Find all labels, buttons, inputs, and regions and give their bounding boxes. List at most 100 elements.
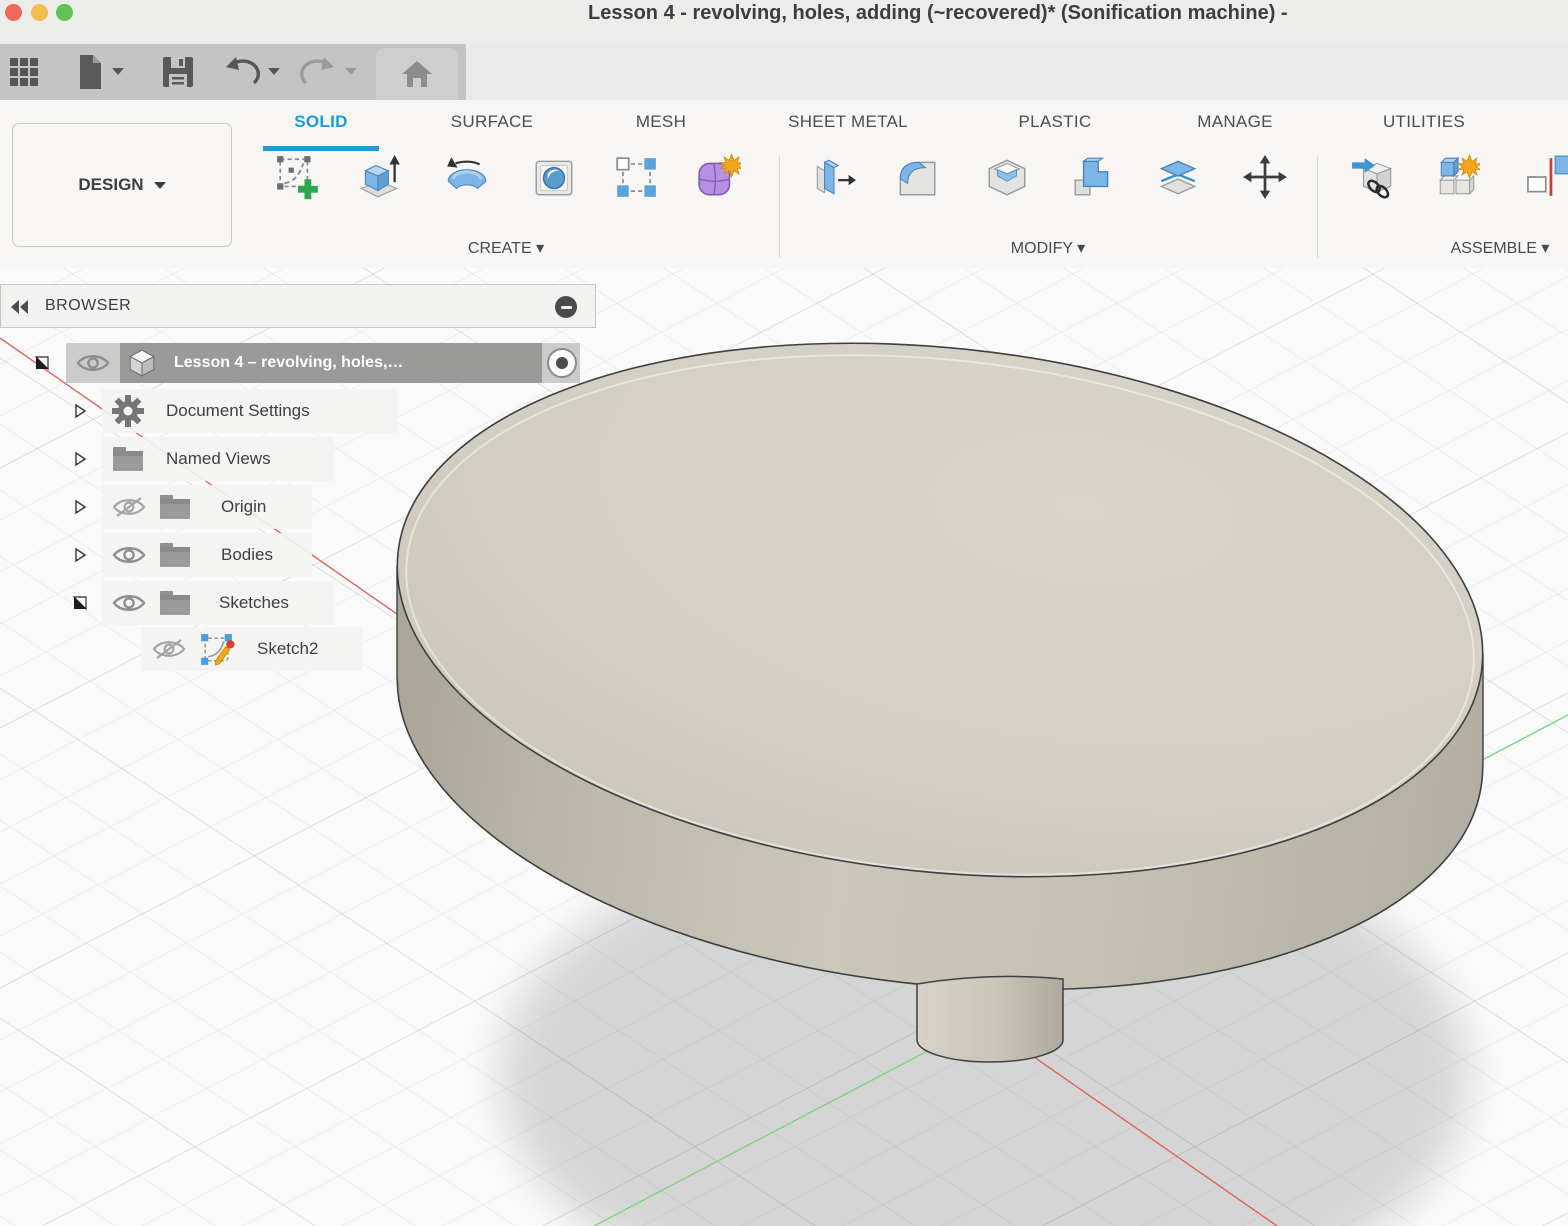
- group-label-assemble[interactable]: ASSEMBLE ▾: [1451, 238, 1550, 258]
- tree-row-origin[interactable]: Origin: [0, 485, 600, 529]
- move-copy-icon: [1242, 154, 1288, 200]
- quick-toolbar: Lesson 4 – revolving, holes, adding (: [0, 44, 1568, 100]
- zoom-window-button[interactable]: [56, 4, 73, 21]
- folder-icon: [112, 446, 144, 472]
- root-row-strip: Lesson 4 – revolving, holes,…: [66, 343, 580, 383]
- combine-button[interactable]: [1061, 154, 1125, 232]
- tree-row-named-views[interactable]: Named Views: [0, 437, 600, 481]
- titlebar: Lesson 4 - revolving, holes, adding (~re…: [0, 0, 1568, 44]
- tab-solid[interactable]: SOLID: [294, 112, 347, 132]
- undo-icon: [223, 55, 261, 89]
- save-icon: [161, 55, 195, 89]
- tab-manage[interactable]: MANAGE: [1197, 112, 1272, 132]
- home-icon: [400, 59, 434, 89]
- disclosure-collapsed-icon[interactable]: [72, 403, 88, 419]
- root-component-selected[interactable]: Lesson 4 – revolving, holes,…: [120, 343, 542, 383]
- ribbon: DESIGN SOLID SURFACE MESH SHEET METAL PL…: [0, 100, 1568, 269]
- group-divider: [1317, 156, 1318, 258]
- gear-icon: [112, 395, 144, 427]
- disclosure-expanded-icon[interactable]: [34, 355, 50, 371]
- tab-plastic[interactable]: PLASTIC: [1019, 112, 1092, 132]
- active-tab-underline: [263, 146, 379, 151]
- disclosure-expanded-icon[interactable]: [72, 595, 88, 611]
- shell-button[interactable]: [975, 154, 1039, 232]
- eye-visible-icon[interactable]: [112, 591, 146, 615]
- tree-item-label: Origin: [221, 497, 266, 517]
- minimize-window-button[interactable]: [31, 4, 48, 21]
- new-component-button[interactable]: [1425, 154, 1489, 232]
- modify-caret-icon: ▾: [1077, 240, 1085, 257]
- file-icon: [73, 53, 107, 91]
- activate-component-radio[interactable]: [547, 348, 577, 378]
- fillet-icon: [894, 154, 940, 200]
- tab-surface[interactable]: SURFACE: [451, 112, 533, 132]
- create-label: CREATE: [468, 240, 532, 257]
- tree-item-label: Bodies: [221, 545, 273, 565]
- create-form-icon: [695, 154, 741, 200]
- offset-face-button[interactable]: [1146, 154, 1210, 232]
- create-caret-icon: ▾: [536, 240, 544, 257]
- tree-item-label: Document Settings: [166, 401, 310, 421]
- collapse-panel-icon[interactable]: [11, 300, 28, 314]
- design-menu-caret-icon: [154, 182, 166, 189]
- tab-sheet-metal[interactable]: SHEET METAL: [788, 112, 908, 132]
- eye-hidden-icon[interactable]: [112, 495, 146, 519]
- app-grid-button[interactable]: [4, 52, 44, 92]
- minimize-browser-button[interactable]: [555, 296, 577, 318]
- component-cube-icon: [128, 348, 156, 378]
- new-component-icon: [1434, 154, 1480, 200]
- tab-mesh[interactable]: MESH: [636, 112, 686, 132]
- fusion-window: Lesson 4 - revolving, holes, adding (~re…: [0, 0, 1568, 1226]
- redo-icon: [299, 55, 337, 89]
- rectangular-pattern-button[interactable]: [604, 154, 668, 232]
- browser-panel: BROWSER Lesson 4 –: [0, 284, 640, 704]
- tree-row-sketch2[interactable]: Sketch2: [0, 627, 600, 671]
- redo-button[interactable]: [298, 52, 338, 92]
- hole-icon: [531, 154, 577, 200]
- disclosure-collapsed-icon[interactable]: [72, 451, 88, 467]
- revolve-button[interactable]: [434, 154, 498, 232]
- press-pull-icon: [811, 154, 857, 200]
- joint-button[interactable]: [1524, 154, 1568, 232]
- file-menu-caret[interactable]: [112, 68, 124, 75]
- move-copy-button[interactable]: [1233, 154, 1297, 232]
- app-grid-icon: [9, 57, 39, 87]
- tree-row-sketches[interactable]: Sketches: [0, 581, 600, 625]
- create-sketch-button[interactable]: [266, 154, 330, 232]
- fillet-button[interactable]: [885, 154, 949, 232]
- save-button[interactable]: [158, 52, 198, 92]
- disclosure-collapsed-icon[interactable]: [72, 499, 88, 515]
- offset-face-icon: [1155, 154, 1201, 200]
- folder-icon: [159, 494, 191, 520]
- tree-item-label: Sketch2: [257, 639, 318, 659]
- undo-button[interactable]: [222, 52, 262, 92]
- group-label-modify[interactable]: MODIFY ▾: [1011, 238, 1085, 258]
- close-window-button[interactable]: [5, 4, 22, 21]
- tree-row-root[interactable]: Lesson 4 – revolving, holes,…: [0, 341, 600, 385]
- hole-button[interactable]: [522, 154, 586, 232]
- file-menu-button[interactable]: [70, 52, 110, 92]
- design-menu-button[interactable]: DESIGN: [12, 123, 232, 247]
- eye-hidden-icon[interactable]: [152, 637, 186, 661]
- tree-row-bodies[interactable]: Bodies: [0, 533, 600, 577]
- tab-utilities[interactable]: UTILITIES: [1383, 112, 1465, 132]
- redo-caret[interactable]: [345, 68, 357, 75]
- tree-row-document-settings[interactable]: Document Settings: [0, 389, 600, 433]
- disclosure-collapsed-icon[interactable]: [72, 547, 88, 563]
- stem-cylinder: [917, 976, 1063, 1062]
- eye-visible-icon[interactable]: [112, 543, 146, 567]
- revolve-icon: [443, 154, 489, 200]
- press-pull-button[interactable]: [802, 154, 866, 232]
- rectangular-pattern-icon: [613, 154, 659, 200]
- undo-caret[interactable]: [268, 68, 280, 75]
- folder-icon: [159, 542, 191, 568]
- group-label-create[interactable]: CREATE ▾: [468, 238, 544, 258]
- eye-visible-icon[interactable]: [76, 352, 110, 374]
- sketch-icon: [198, 631, 235, 668]
- folder-icon: [159, 590, 191, 616]
- create-form-button[interactable]: [686, 154, 750, 232]
- extrude-button[interactable]: [348, 154, 412, 232]
- browser-header[interactable]: BROWSER: [0, 284, 596, 328]
- insert-derive-button[interactable]: [1342, 154, 1406, 232]
- home-view-tab[interactable]: [376, 48, 458, 100]
